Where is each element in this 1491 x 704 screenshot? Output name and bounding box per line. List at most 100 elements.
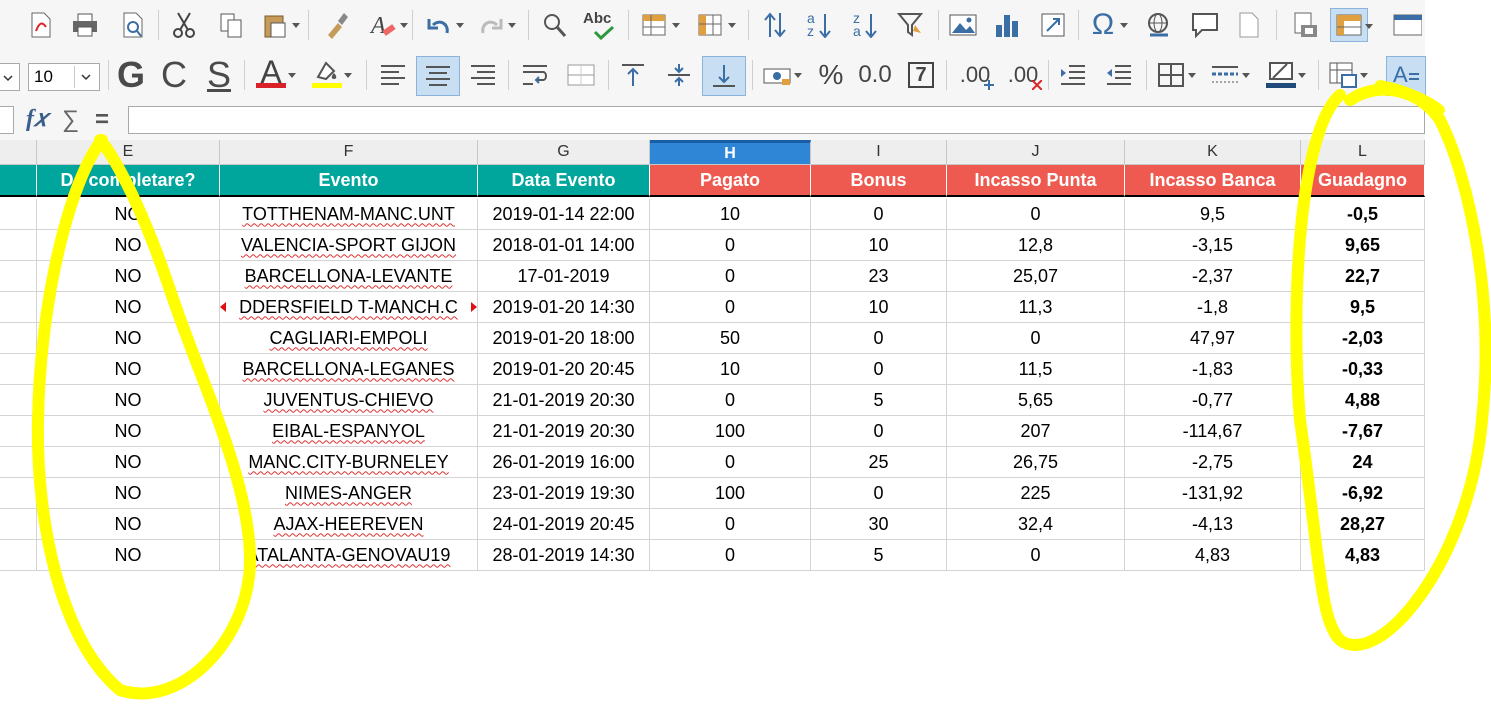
chart-icon[interactable] bbox=[988, 8, 1026, 42]
spelling-icon[interactable]: Abc bbox=[582, 8, 620, 42]
header-cell-E[interactable]: Da completare? bbox=[37, 165, 220, 197]
cell-F[interactable]: TOTTHENAM-MANC.UNT bbox=[220, 199, 478, 230]
image-icon[interactable] bbox=[944, 8, 982, 42]
cell-E[interactable]: NO bbox=[37, 478, 220, 509]
cell-F[interactable]: MANC.CITY-BURNELEY bbox=[220, 447, 478, 478]
cell-L[interactable]: -0,33 bbox=[1301, 354, 1425, 385]
cell-J[interactable]: 25,07 bbox=[947, 261, 1125, 292]
cell-E[interactable]: NO bbox=[37, 323, 220, 354]
cell-I[interactable]: 0 bbox=[811, 323, 947, 354]
cell-J[interactable]: 11,3 bbox=[947, 292, 1125, 323]
print-icon[interactable] bbox=[66, 8, 104, 42]
cell-E[interactable]: NO bbox=[37, 509, 220, 540]
cell-G[interactable]: 24-01-2019 20:45 bbox=[478, 509, 650, 540]
autofilter-icon[interactable] bbox=[892, 8, 930, 42]
cell-H[interactable]: 0 bbox=[650, 292, 811, 323]
column-header-J[interactable]: J bbox=[947, 140, 1125, 165]
cell-K[interactable]: -1,8 bbox=[1125, 292, 1301, 323]
cell-E[interactable]: NO bbox=[37, 292, 220, 323]
column-header-F[interactable]: F bbox=[220, 140, 478, 165]
cell-E[interactable]: NO bbox=[37, 447, 220, 478]
header-cell-L[interactable]: Guadagno bbox=[1301, 165, 1425, 197]
cell-L[interactable]: -0,5 bbox=[1301, 199, 1425, 230]
cell-I[interactable]: 10 bbox=[811, 292, 947, 323]
cell-K[interactable]: 47,97 bbox=[1125, 323, 1301, 354]
hyperlink-icon[interactable] bbox=[1140, 8, 1178, 42]
cell-G[interactable]: 28-01-2019 14:30 bbox=[478, 540, 650, 571]
cell-K[interactable]: -2,37 bbox=[1125, 261, 1301, 292]
cell-E[interactable]: NO bbox=[37, 230, 220, 261]
header-cell-K[interactable]: Incasso Banca bbox=[1125, 165, 1301, 197]
align-left-icon[interactable] bbox=[374, 58, 412, 92]
cell-G[interactable]: 2019-01-20 20:45 bbox=[478, 354, 650, 385]
cell-I[interactable]: 30 bbox=[811, 509, 947, 540]
cell-G[interactable]: 17-01-2019 bbox=[478, 261, 650, 292]
cell-K[interactable]: 4,83 bbox=[1125, 540, 1301, 571]
cell-L[interactable]: 4,88 bbox=[1301, 385, 1425, 416]
special-character-icon[interactable]: Ω bbox=[1084, 8, 1128, 42]
cell-J[interactable]: 0 bbox=[947, 323, 1125, 354]
header-cell-F[interactable]: Evento bbox=[220, 165, 478, 197]
cell-K[interactable]: -3,15 bbox=[1125, 230, 1301, 261]
font-name-field[interactable] bbox=[0, 63, 20, 91]
align-center-icon[interactable] bbox=[416, 56, 460, 96]
header-cell-J[interactable]: Incasso Punta bbox=[947, 165, 1125, 197]
table-cell[interactable] bbox=[0, 447, 37, 478]
currency-format-icon[interactable] bbox=[758, 58, 802, 92]
cell-L[interactable]: 9,65 bbox=[1301, 230, 1425, 261]
cell-F[interactable]: AJAX-HEEREVEN bbox=[220, 509, 478, 540]
increase-indent-icon[interactable] bbox=[1054, 58, 1092, 92]
freeze-rows-columns-icon[interactable] bbox=[1330, 8, 1373, 42]
table-cell[interactable] bbox=[0, 230, 37, 261]
underline-button[interactable]: S bbox=[200, 54, 238, 95]
cell-F[interactable]: VALENCIA-SPORT GIJON bbox=[220, 230, 478, 261]
cell-H[interactable]: 0 bbox=[650, 540, 811, 571]
cell-H[interactable]: 50 bbox=[650, 323, 811, 354]
italic-button[interactable]: C bbox=[155, 54, 193, 95]
cell-J[interactable]: 225 bbox=[947, 478, 1125, 509]
print-preview-icon[interactable] bbox=[114, 8, 152, 42]
header-cell-H[interactable]: Pagato bbox=[650, 165, 811, 197]
border-color-icon[interactable] bbox=[1262, 58, 1306, 92]
header-cell-G[interactable]: Data Evento bbox=[478, 165, 650, 197]
cell-F[interactable]: ATALANTA-GENOVAU19 bbox=[220, 540, 478, 571]
table-cell[interactable] bbox=[0, 354, 37, 385]
cell-L[interactable]: 4,83 bbox=[1301, 540, 1425, 571]
cell-G[interactable]: 21-01-2019 20:30 bbox=[478, 385, 650, 416]
table-cell[interactable] bbox=[0, 323, 37, 354]
cell-G[interactable]: 2018-01-01 14:00 bbox=[478, 230, 650, 261]
cell-L[interactable]: -6,92 bbox=[1301, 478, 1425, 509]
clear-formatting-icon[interactable]: A bbox=[364, 8, 408, 42]
formula-icon[interactable]: = bbox=[95, 106, 109, 134]
cell-L[interactable]: 24 bbox=[1301, 447, 1425, 478]
cell-F[interactable]: JUVENTUS-CHIEVO bbox=[220, 385, 478, 416]
align-bottom-icon[interactable] bbox=[702, 56, 746, 96]
cell-E[interactable]: NO bbox=[37, 354, 220, 385]
cell-K[interactable]: -1,83 bbox=[1125, 354, 1301, 385]
decrease-indent-icon[interactable] bbox=[1100, 58, 1138, 92]
styles-icon[interactable]: A bbox=[1386, 56, 1426, 96]
cell-K[interactable]: -131,92 bbox=[1125, 478, 1301, 509]
sort-descending-icon[interactable]: za bbox=[846, 8, 884, 42]
cell-F[interactable]: BARCELLONA-LEVANTE bbox=[220, 261, 478, 292]
name-box[interactable] bbox=[0, 106, 14, 134]
cell-K[interactable]: -0,77 bbox=[1125, 385, 1301, 416]
cell-H[interactable]: 100 bbox=[650, 416, 811, 447]
paste-icon[interactable] bbox=[256, 8, 300, 42]
cell-L[interactable]: 28,27 bbox=[1301, 509, 1425, 540]
cell-L[interactable]: 9,5 bbox=[1301, 292, 1425, 323]
borders-icon[interactable] bbox=[1152, 58, 1196, 92]
comment-icon[interactable] bbox=[1186, 8, 1224, 42]
delete-decimal-button[interactable]: .00 bbox=[1000, 58, 1046, 92]
cell-I[interactable]: 0 bbox=[811, 416, 947, 447]
cell-E[interactable]: NO bbox=[37, 261, 220, 292]
cell-J[interactable]: 207 bbox=[947, 416, 1125, 447]
header-cell-D[interactable] bbox=[0, 165, 37, 197]
cell-G[interactable]: 2019-01-14 22:00 bbox=[478, 199, 650, 230]
cell-J[interactable]: 11,5 bbox=[947, 354, 1125, 385]
font-size-select[interactable]: 10 bbox=[28, 63, 100, 91]
sort-ascending-icon[interactable]: az bbox=[800, 8, 838, 42]
copy-icon[interactable] bbox=[212, 8, 250, 42]
table-cell[interactable] bbox=[0, 540, 37, 571]
cell-F[interactable]: EIBAL-ESPANYOL bbox=[220, 416, 478, 447]
